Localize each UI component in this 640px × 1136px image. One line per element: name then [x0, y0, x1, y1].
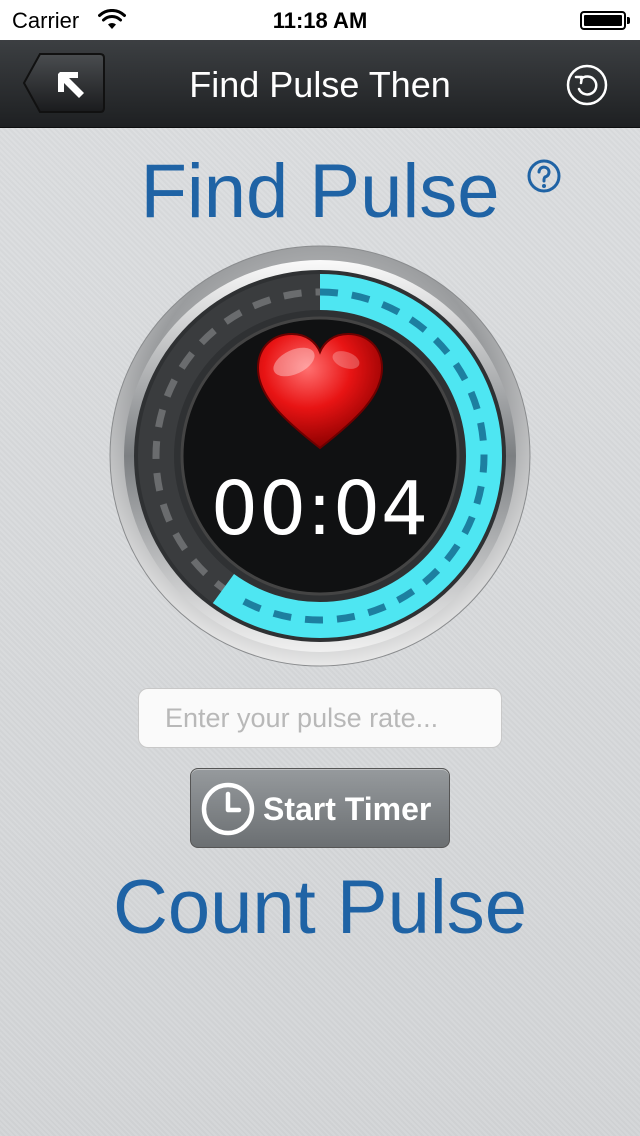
pulse-rate-input[interactable] — [138, 688, 502, 748]
count-pulse-title: Count Pulse — [112, 865, 528, 950]
status-bar: Carrier 11:18 AM — [0, 0, 640, 40]
clock-icon — [201, 782, 255, 836]
start-timer-button[interactable]: Start Timer — [190, 768, 450, 848]
help-button[interactable] — [526, 158, 562, 194]
timer-display: 00:04 — [210, 466, 430, 552]
reset-icon — [574, 75, 598, 96]
battery-icon — [580, 11, 630, 30]
timer-dial — [109, 245, 531, 667]
heart-icon — [256, 332, 384, 450]
status-time: 11:18 AM — [272, 8, 368, 33]
start-timer-label: Start Timer — [263, 791, 432, 827]
reset-button[interactable] — [566, 64, 608, 106]
nav-bar: Find Pulse Then — [0, 40, 640, 128]
question-mark-icon — [537, 165, 551, 188]
nav-title: Find Pulse Then — [189, 64, 451, 105]
